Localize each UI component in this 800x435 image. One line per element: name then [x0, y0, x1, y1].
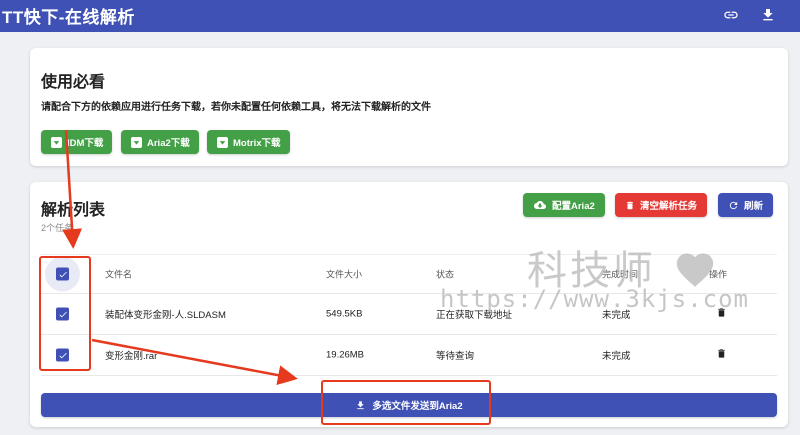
column-header-size: 文件大小 — [326, 269, 363, 280]
parse-list-heading: 解析列表 — [41, 202, 106, 219]
app-title: TT快下-在线解析 — [2, 8, 135, 27]
usage-heading: 使用必看 — [41, 74, 106, 91]
refresh-button[interactable]: 刷新 — [718, 193, 774, 217]
top-app-bar: TT快下-在线解析 — [0, 0, 800, 32]
download-box-icon — [131, 136, 142, 148]
file-name: 变形金刚.rar — [105, 351, 158, 362]
finish-time: 未完成 — [602, 351, 631, 362]
delete-icon[interactable] — [716, 347, 727, 363]
usage-card: 使用必看 请配合下方的依赖应用进行任务下载，若你未配置任何依赖工具，将无法下载解… — [30, 48, 788, 166]
aria2-download-button[interactable]: Aria2下载 — [121, 130, 199, 154]
column-header-filename: 文件名 — [105, 269, 133, 280]
table-row: 变形金刚.rar 19.26MB 等待查询 未完成 — [41, 335, 777, 376]
download-box-icon — [51, 136, 62, 148]
watermark-url: https://www.3kjs.com — [440, 285, 749, 313]
trash-icon — [627, 201, 633, 209]
usage-subtext: 请配合下方的依赖应用进行任务下载，若你未配置任何依赖工具，将无法下载解析的文件 — [41, 102, 431, 113]
idm-download-button[interactable]: IDM下载 — [41, 130, 113, 154]
aria2-download-label: Aria2下载 — [147, 138, 190, 149]
download-icon[interactable] — [756, 3, 780, 27]
column-header-status: 状态 — [436, 269, 455, 280]
refresh-label: 刷新 — [744, 201, 764, 212]
file-size: 19.26MB — [326, 349, 365, 361]
file-name: 装配体变形金刚-人.SLDASM — [105, 310, 226, 321]
annotation-box-checkboxes — [39, 256, 91, 371]
motrix-download-button[interactable]: Motrix下载 — [207, 130, 290, 154]
config-aria2-button[interactable]: 配置Aria2 — [523, 193, 605, 217]
task-count: 2个任务 — [41, 223, 74, 233]
config-aria2-label: 配置Aria2 — [552, 201, 595, 212]
download-box-icon — [217, 136, 228, 148]
clear-tasks-label: 清空解析任务 — [640, 201, 698, 212]
idm-download-label: IDM下载 — [67, 138, 104, 149]
file-size: 549.5KB — [326, 308, 363, 320]
refresh-icon — [729, 201, 738, 209]
clear-tasks-button[interactable]: 清空解析任务 — [615, 193, 708, 217]
cloud-download-icon — [534, 201, 546, 209]
task-status: 等待查询 — [436, 351, 475, 362]
motrix-download-label: Motrix下载 — [233, 138, 281, 149]
link-icon[interactable] — [719, 3, 743, 27]
heart-icon — [676, 253, 713, 287]
annotation-box-send-button — [321, 380, 491, 425]
